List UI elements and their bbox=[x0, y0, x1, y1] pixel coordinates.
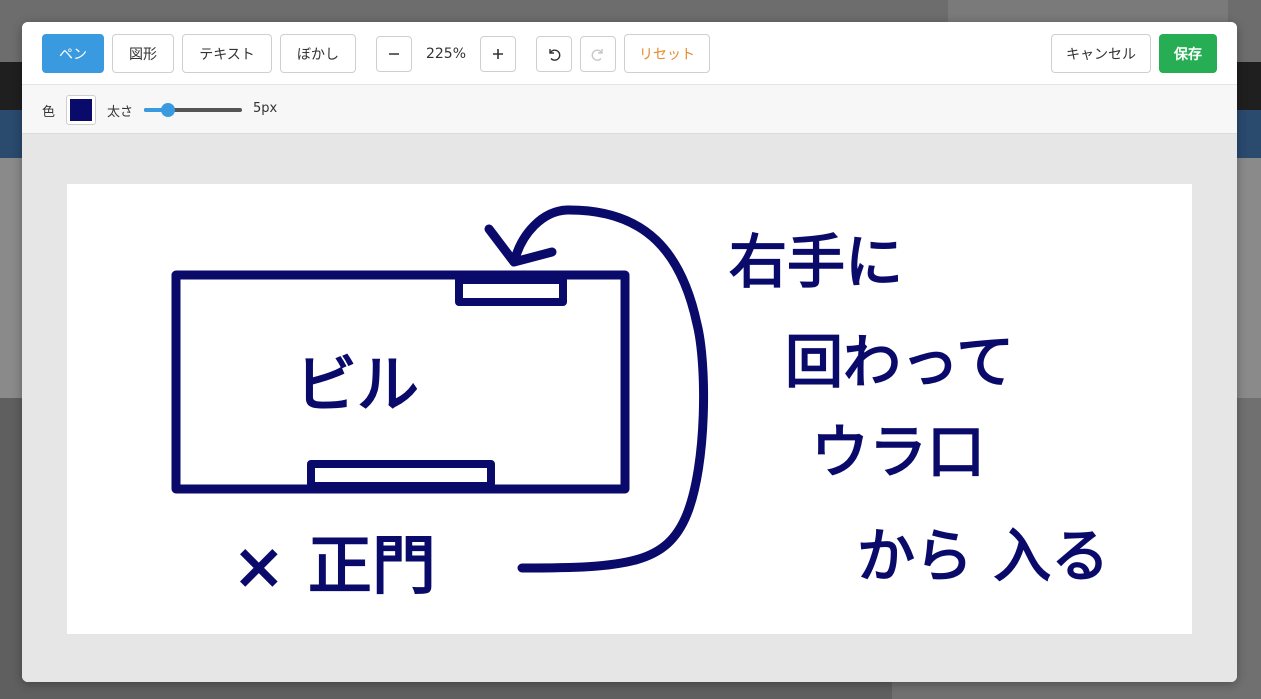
undo-button[interactable] bbox=[536, 36, 572, 72]
drawing-canvas[interactable]: ビル × 正門 右手に 回わって ウラ口 から 入る bbox=[67, 184, 1192, 634]
redo-icon bbox=[591, 49, 603, 61]
shape-tool-button[interactable]: 図形 bbox=[112, 34, 174, 73]
instruction-line-2: 回わって bbox=[785, 328, 1014, 396]
back-entrance-mark bbox=[455, 276, 567, 306]
zoom-level: 225% bbox=[425, 46, 467, 62]
hand-drawn-map: ビル × 正門 右手に 回わって ウラ口 から 入る bbox=[171, 205, 1109, 604]
editor-toolbar: ペン 図形 テキスト ぼかし 225% リセット キャンセル 保存 bbox=[22, 22, 1237, 85]
main-gate-label: × 正門 bbox=[232, 530, 436, 604]
width-label: 太さ bbox=[107, 105, 134, 120]
color-picker[interactable] bbox=[66, 95, 96, 125]
color-label: 色 bbox=[42, 105, 56, 120]
instruction-line-3: ウラ口 bbox=[811, 418, 985, 486]
canvas-workspace: ビル × 正門 右手に 回わって ウラ口 から 入る bbox=[22, 134, 1237, 682]
width-slider[interactable] bbox=[144, 100, 244, 120]
instruction-line-4: から 入る bbox=[857, 522, 1109, 590]
width-value: 5px bbox=[253, 101, 278, 116]
slider-thumb[interactable] bbox=[161, 103, 175, 117]
zoom-out-button[interactable] bbox=[376, 36, 412, 72]
blur-tool-button[interactable]: ぼかし bbox=[280, 34, 356, 73]
save-button[interactable]: 保存 bbox=[1159, 34, 1217, 73]
undo-icon bbox=[549, 49, 561, 61]
main-gate-mark bbox=[307, 460, 495, 490]
pen-options-bar: 色 太さ 5px bbox=[22, 85, 1237, 134]
zoom-in-button[interactable] bbox=[480, 36, 516, 72]
text-tool-button[interactable]: テキスト bbox=[182, 34, 272, 73]
building-label: ビル bbox=[295, 348, 419, 421]
image-editor-modal: ペン 図形 テキスト ぼかし 225% リセット キャンセル 保存 色 太さ 5… bbox=[22, 22, 1237, 682]
instruction-line-1: 右手に bbox=[729, 228, 903, 296]
reset-button[interactable]: リセット bbox=[624, 34, 710, 73]
cancel-button[interactable]: キャンセル bbox=[1051, 34, 1151, 73]
color-swatch bbox=[70, 99, 92, 121]
pen-tool-button[interactable]: ペン bbox=[42, 34, 104, 73]
redo-button[interactable] bbox=[580, 36, 616, 72]
plus-icon bbox=[493, 49, 503, 59]
route-arrow bbox=[510, 205, 709, 573]
minus-icon bbox=[389, 53, 399, 55]
